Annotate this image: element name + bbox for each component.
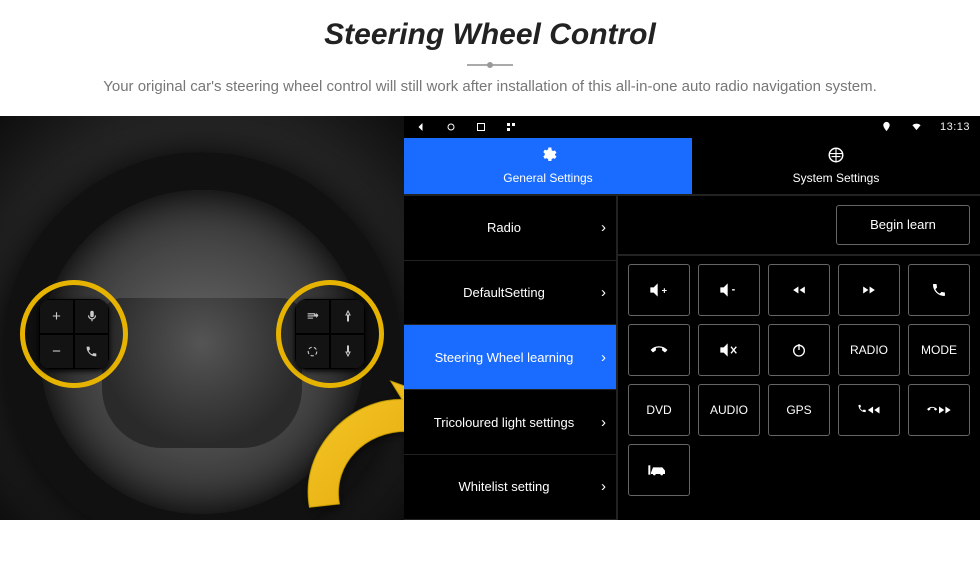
button-label: Begin learn — [870, 217, 936, 232]
menu-item-tricoloured-light[interactable]: Tricoloured light settings › — [404, 390, 616, 455]
nav-apps-icon[interactable] — [504, 120, 518, 134]
key-dvd[interactable]: DVD — [628, 384, 690, 436]
tab-general-settings[interactable]: General Settings — [404, 138, 692, 194]
svg-text:-: - — [732, 283, 736, 295]
svg-text:+: + — [662, 285, 668, 295]
key-volume-down[interactable]: - — [698, 264, 760, 316]
key-volume-up[interactable]: + — [628, 264, 690, 316]
head-unit-screen: 13:13 General Settings System Settings — [404, 116, 980, 520]
steering-wheel-image: + − — [0, 116, 404, 520]
key-car[interactable] — [628, 444, 690, 496]
chevron-right-icon: › — [601, 219, 606, 236]
menu-label: Whitelist setting — [458, 479, 549, 494]
wheel-btn-phone[interactable] — [74, 334, 109, 369]
menu-item-default-setting[interactable]: DefaultSetting › — [404, 261, 616, 326]
learning-key-grid: + - — [618, 256, 980, 520]
tab-system-settings[interactable]: System Settings — [692, 138, 980, 194]
gps-icon — [880, 120, 894, 134]
key-mute[interactable] — [698, 324, 760, 376]
key-call-prev[interactable] — [838, 384, 900, 436]
key-hangup[interactable] — [628, 324, 690, 376]
key-call-next[interactable] — [908, 384, 970, 436]
wheel-btn-up[interactable] — [330, 299, 365, 334]
status-clock: 13:13 — [940, 121, 970, 133]
key-power[interactable] — [768, 324, 830, 376]
nav-recent-icon[interactable] — [474, 120, 488, 134]
wheel-btn-cycle[interactable] — [295, 334, 330, 369]
key-call[interactable] — [908, 264, 970, 316]
key-label: GPS — [786, 403, 811, 417]
wheel-btn-source[interactable] — [295, 299, 330, 334]
tab-label: System Settings — [793, 171, 880, 185]
chevron-right-icon: › — [601, 414, 606, 431]
key-mode[interactable]: MODE — [908, 324, 970, 376]
system-icon — [827, 146, 845, 169]
menu-label: Tricoloured light settings — [434, 415, 574, 430]
key-label: AUDIO — [710, 403, 748, 417]
settings-menu: Radio › DefaultSetting › Steering Wheel … — [404, 196, 618, 520]
wheel-hub — [102, 298, 302, 448]
key-label: DVD — [646, 403, 671, 417]
tab-label: General Settings — [503, 171, 592, 185]
key-prev-track[interactable] — [768, 264, 830, 316]
key-label: RADIO — [850, 343, 888, 357]
key-radio[interactable]: RADIO — [838, 324, 900, 376]
wheel-btn-down[interactable] — [330, 334, 365, 369]
page-subtitle: Your original car's steering wheel contr… — [100, 76, 880, 98]
title-divider — [467, 64, 513, 66]
wheel-btn-vol-up[interactable]: + — [39, 299, 74, 334]
begin-learn-button[interactable]: Begin learn — [836, 205, 970, 245]
page-title: Steering Wheel Control — [20, 18, 960, 52]
menu-item-steering-wheel-learning[interactable]: Steering Wheel learning › — [404, 325, 616, 390]
menu-label: Steering Wheel learning — [435, 350, 574, 365]
chevron-right-icon: › — [601, 284, 606, 301]
menu-label: Radio — [487, 220, 521, 235]
wheel-btn-voice[interactable] — [74, 299, 109, 334]
wheel-button-cluster-right — [276, 280, 384, 388]
nav-back-icon[interactable] — [414, 120, 428, 134]
key-next-track[interactable] — [838, 264, 900, 316]
gear-icon — [539, 146, 557, 169]
menu-item-radio[interactable]: Radio › — [404, 196, 616, 261]
key-audio[interactable]: AUDIO — [698, 384, 760, 436]
menu-item-whitelist[interactable]: Whitelist setting › — [404, 455, 616, 520]
wheel-btn-vol-down[interactable]: − — [39, 334, 74, 369]
menu-label: DefaultSetting — [463, 285, 545, 300]
key-gps[interactable]: GPS — [768, 384, 830, 436]
wifi-icon — [910, 120, 924, 134]
chevron-right-icon: › — [601, 478, 606, 495]
wheel-button-cluster-left: + − — [20, 280, 128, 388]
android-status-bar: 13:13 — [404, 116, 980, 138]
nav-home-icon[interactable] — [444, 120, 458, 134]
chevron-right-icon: › — [601, 349, 606, 366]
key-label: MODE — [921, 343, 957, 357]
